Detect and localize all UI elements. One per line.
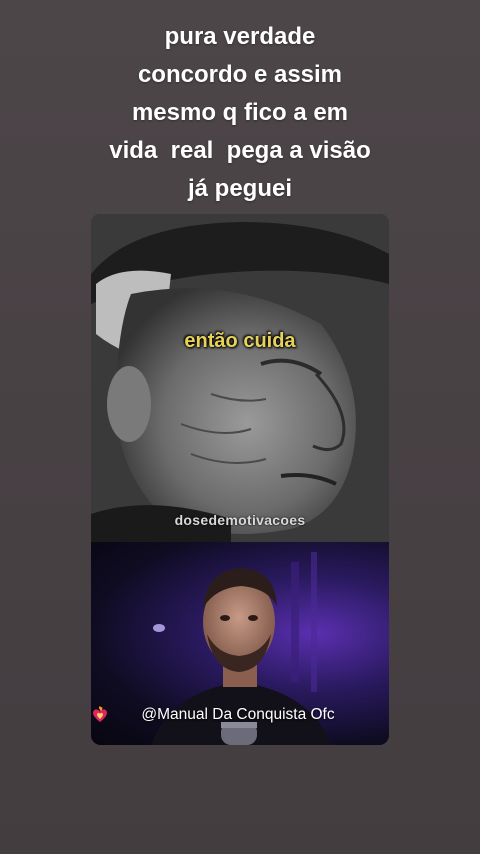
caption-line: mesmo q fico a em (131, 99, 349, 126)
caption-line: vida real pega a visão (109, 137, 371, 164)
creator-handle: @Manual Da Conquista Ofc (141, 706, 335, 723)
caption-line: já peguei (187, 175, 293, 202)
story-caption: pura verdade concordo e assim mesmo q fi… (0, 18, 480, 208)
elderly-man-portrait (91, 214, 389, 542)
creator-credit: @Manual Da Conquista Ofc (91, 706, 389, 724)
video-subtitle: então cuida (184, 330, 296, 352)
video-clip-bottom: @Manual Da Conquista Ofc (91, 542, 389, 745)
caption-line: pura verdade (164, 23, 316, 50)
video-clip-top: então cuida dosedemotivacoes (91, 214, 389, 542)
video-post[interactable]: então cuida dosedemotivacoes @Manual Da … (91, 214, 389, 745)
video-watermark: dosedemotivacoes (174, 512, 306, 528)
caption-line: concordo e assim (137, 61, 343, 88)
